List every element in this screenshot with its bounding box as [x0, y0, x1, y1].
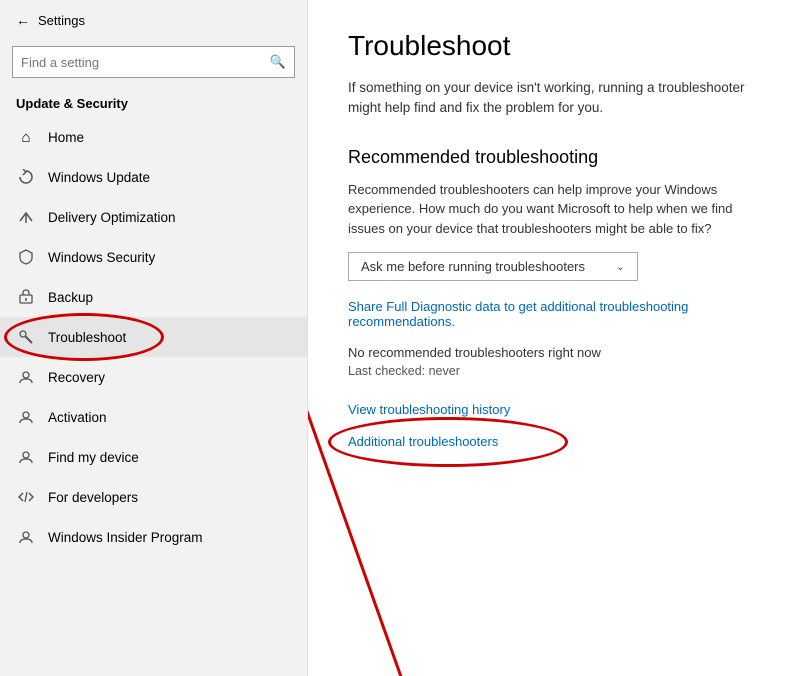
sidebar-item-windows-security[interactable]: Windows Security — [0, 237, 307, 277]
page-title: Troubleshoot — [348, 30, 769, 62]
additional-troubleshooters-link[interactable]: Additional troubleshooters — [348, 434, 498, 449]
sidebar-item-label: Troubleshoot — [48, 330, 126, 345]
update-icon — [16, 167, 36, 187]
recovery-icon — [16, 367, 36, 387]
sidebar-item-label: Recovery — [48, 370, 105, 385]
sidebar-item-label: For developers — [48, 490, 138, 505]
find-device-icon — [16, 447, 36, 467]
search-box[interactable]: 🔍 — [12, 46, 295, 78]
dropdown-value: Ask me before running troubleshooters — [361, 259, 585, 274]
last-checked-text: Last checked: never — [348, 364, 769, 378]
backup-icon — [16, 287, 36, 307]
rec-section-heading: Recommended troubleshooting — [348, 147, 769, 168]
search-icon: 🔍 — [270, 54, 286, 70]
page-description: If something on your device isn't workin… — [348, 78, 768, 119]
diagnostic-link[interactable]: Share Full Diagnostic data to get additi… — [348, 299, 769, 329]
main-content: Troubleshoot If something on your device… — [308, 0, 809, 676]
back-button[interactable]: ← — [16, 12, 30, 28]
status-text: No recommended troubleshooters right now — [348, 345, 769, 360]
developers-icon — [16, 487, 36, 507]
troubleshoot-dropdown[interactable]: Ask me before running troubleshooters ⌄ — [348, 252, 638, 281]
additional-troubleshooters-wrapper: Additional troubleshooters — [348, 434, 498, 449]
chevron-down-icon: ⌄ — [616, 260, 625, 273]
sidebar-item-troubleshoot[interactable]: Troubleshoot — [0, 317, 307, 357]
sidebar-item-for-developers[interactable]: For developers — [0, 477, 307, 517]
search-input[interactable] — [21, 55, 264, 70]
troubleshoot-icon — [16, 327, 36, 347]
sidebar-item-label: Delivery Optimization — [48, 210, 176, 225]
sidebar-item-label: Windows Security — [48, 250, 155, 265]
insider-icon — [16, 527, 36, 547]
nav-list: ⌂ Home Windows Update Delivery Optimizat… — [0, 117, 307, 676]
sidebar-item-label: Find my device — [48, 450, 139, 465]
sidebar-item-home[interactable]: ⌂ Home — [0, 117, 307, 157]
sidebar-item-windows-insider[interactable]: Windows Insider Program — [0, 517, 307, 557]
sidebar-item-backup[interactable]: Backup — [0, 277, 307, 317]
sidebar-item-label: Windows Insider Program — [48, 530, 203, 545]
sidebar-item-label: Activation — [48, 410, 107, 425]
search-box-wrapper: 🔍 — [0, 40, 307, 84]
sidebar-item-delivery-optimization[interactable]: Delivery Optimization — [0, 197, 307, 237]
sidebar: ← Settings 🔍 Update & Security ⌂ Home Wi… — [0, 0, 308, 676]
sidebar-item-label: Windows Update — [48, 170, 150, 185]
delivery-icon — [16, 207, 36, 227]
security-icon — [16, 247, 36, 267]
sidebar-title-bar: ← Settings — [0, 0, 307, 40]
section-label: Update & Security — [0, 84, 307, 117]
sidebar-item-label: Backup — [48, 290, 93, 305]
home-icon: ⌂ — [16, 127, 36, 147]
view-history-link[interactable]: View troubleshooting history — [348, 402, 769, 417]
sidebar-item-find-my-device[interactable]: Find my device — [0, 437, 307, 477]
activation-icon — [16, 407, 36, 427]
sidebar-item-windows-update[interactable]: Windows Update — [0, 157, 307, 197]
rec-description: Recommended troubleshooters can help imp… — [348, 180, 769, 239]
sidebar-item-activation[interactable]: Activation — [0, 397, 307, 437]
sidebar-item-label: Home — [48, 130, 84, 145]
sidebar-title: Settings — [38, 13, 85, 28]
sidebar-item-recovery[interactable]: Recovery — [0, 357, 307, 397]
